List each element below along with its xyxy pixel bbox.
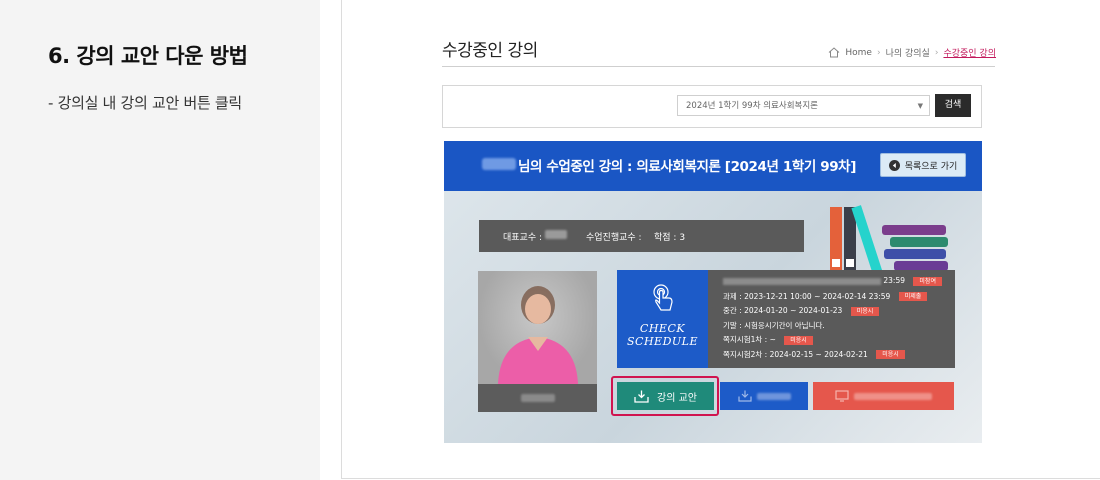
status-badge: 미응시 bbox=[876, 350, 905, 359]
breadcrumb-current[interactable]: 수강중인 강의 bbox=[943, 46, 996, 59]
back-to-list-button[interactable]: 목록으로 가기 bbox=[880, 153, 966, 177]
student-name-redacted bbox=[482, 158, 516, 170]
check-schedule-label: CHECK SCHEDULE bbox=[627, 322, 698, 348]
breadcrumb-home[interactable]: Home bbox=[845, 48, 872, 58]
dropdown-arrow-icon: ▼ bbox=[917, 102, 923, 110]
banner-header: 님의 수업중인 강의 : 의료사회복지론 [2024년 1학기 99차] 목록으… bbox=[444, 141, 982, 191]
professor-photo bbox=[478, 271, 597, 384]
download-icon bbox=[737, 390, 752, 402]
breadcrumb-my-classroom[interactable]: 나의 강의실 bbox=[886, 46, 930, 59]
professor-intro-caption[interactable] bbox=[478, 384, 597, 412]
term-select-value: 2024년 1학기 99차 의료사회복지론 bbox=[686, 101, 818, 111]
back-arrow-icon bbox=[888, 159, 900, 171]
schedule-row-quiz-1: 쪽지시험1차 : ~ 미응시 bbox=[723, 334, 953, 349]
person-photo-icon bbox=[498, 286, 578, 384]
search-button[interactable]: 검색 bbox=[935, 94, 971, 117]
schedule-row-midterm: 중간 : 2024-01-20 ~ 2024-01-23 미응시 bbox=[723, 305, 953, 320]
status-badge: 미응시 bbox=[850, 306, 880, 316]
schedule-panel: CHECK SCHEDULE 23:59 미참여 과제 : 2023-12-21… bbox=[617, 270, 955, 368]
page-title: 수강중인 강의 bbox=[442, 41, 538, 61]
breadcrumb: Home › 나의 강의실 › 수강중인 강의 bbox=[828, 46, 996, 59]
schedule-row-assignment: 과제 : 2023-12-21 10:00 ~ 2024-02-14 23:59… bbox=[723, 291, 953, 306]
check-schedule-box: CHECK SCHEDULE bbox=[617, 270, 708, 368]
course-info-bar: 대표교수 : 수업진행교수 : 학점 : 3 bbox=[479, 220, 804, 252]
schedule-row-final: 기말 : 시험응시기간이 아닙니다. bbox=[723, 320, 825, 330]
highlight-frame bbox=[611, 376, 719, 416]
term-select[interactable]: 2024년 1학기 99차 의료사회복지론 ▼ bbox=[677, 95, 930, 116]
redacted-label bbox=[854, 392, 932, 400]
redacted-label bbox=[756, 392, 791, 400]
home-icon bbox=[829, 47, 840, 58]
assistant-professor-label: 수업진행교수 : bbox=[586, 233, 642, 243]
search-panel: 2024년 1학기 99차 의료사회복지론 ▼ 검색 bbox=[442, 85, 982, 128]
banner-title: 님의 수업중인 강의 : 의료사회복지론 [2024년 1학기 99차] bbox=[518, 159, 856, 175]
schedule-list: 23:59 미참여 과제 : 2023-12-21 10:00 ~ 2024-0… bbox=[723, 276, 953, 363]
status-badge: 미제출 bbox=[898, 292, 928, 301]
professor-photo-card bbox=[478, 271, 597, 412]
credit-info: 학점 : 3 bbox=[654, 233, 686, 243]
professor-label: 대표교수 : bbox=[503, 233, 543, 243]
lecture-plan-button[interactable] bbox=[720, 382, 808, 410]
schedule-row-attendance: 23:59 미참여 bbox=[723, 276, 953, 291]
guide-title: 6. 강의 교안 다운 방법 bbox=[48, 44, 248, 68]
heading-divider bbox=[442, 66, 995, 67]
monitor-icon bbox=[835, 390, 849, 402]
schedule-row-quiz-2: 쪽지시험2차 : 2024-02-15 ~ 2024-02-21 미응시 bbox=[723, 349, 953, 364]
status-badge: 미참여 bbox=[913, 276, 942, 286]
guide-description: - 강의실 내 강의 교안 버튼 클릭 bbox=[48, 94, 242, 112]
redacted-text bbox=[723, 277, 881, 285]
learning-environment-button[interactable] bbox=[813, 382, 954, 410]
back-to-list-label: 목록으로 가기 bbox=[904, 161, 958, 172]
status-badge: 미응시 bbox=[784, 335, 813, 345]
chevron-right-icon: › bbox=[934, 47, 939, 58]
professor-name-redacted bbox=[545, 230, 567, 240]
chevron-right-icon: › bbox=[876, 47, 881, 58]
guide-panel: 6. 강의 교안 다운 방법 - 강의실 내 강의 교안 버튼 클릭 bbox=[0, 0, 320, 480]
screenshot-frame: 수강중인 강의 Home › 나의 강의실 › 수강중인 강의 2024년 1학… bbox=[341, 0, 1100, 479]
touch-hand-icon bbox=[653, 284, 673, 311]
